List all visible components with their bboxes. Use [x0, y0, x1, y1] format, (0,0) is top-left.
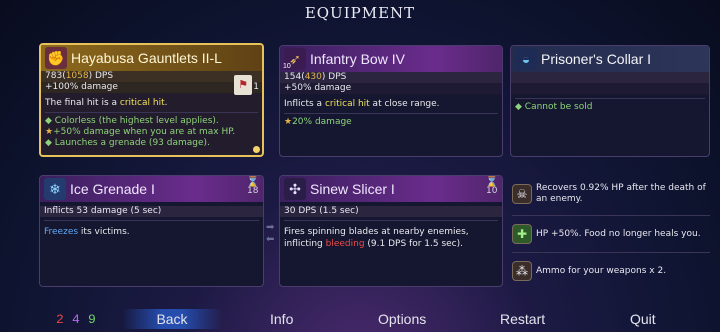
info-button[interactable]: Info: [270, 311, 293, 327]
cannot-sell-note: ◆ Cannot be sold: [515, 102, 593, 112]
perk-row-2[interactable]: ⁂ Ammo for your weapons x 2.: [512, 257, 716, 285]
affix-damage: ★20% damage: [284, 117, 352, 127]
item-name: Sinew Slicer I: [310, 181, 395, 197]
corner-gem-icon: [253, 146, 260, 153]
damage-row: +100% damage: [41, 82, 262, 93]
page-title: EQUIPMENT: [304, 4, 416, 22]
cooldown-timer: ⌛ 18: [246, 177, 259, 196]
affix-grenade: ◆ Launches a grenade (93 damage).: [45, 138, 210, 148]
scroll-count-green: 9: [88, 312, 96, 327]
dps-row: 154(430) DPS: [280, 72, 502, 83]
equipment-card-bow[interactable]: ➶ 10 Infantry Bow IV 154(430) DPS +50% d…: [279, 45, 503, 157]
badge-count: 1: [253, 82, 259, 92]
item-name: Infantry Bow IV: [310, 51, 405, 67]
item-description: Freezes its victims.: [44, 227, 130, 237]
scroll-badge-icon: ⚑: [234, 75, 252, 95]
collar-icon: ◒: [515, 48, 537, 70]
item-description: The final hit is a critical hit.: [45, 98, 168, 108]
gauntlets-icon: ✊: [45, 47, 67, 69]
card-header: ✣ Sinew Slicer I: [280, 176, 502, 202]
equipment-card-slicer[interactable]: ✣ Sinew Slicer I ⌛ 10 30 DPS (1.5 sec) Fi…: [279, 175, 503, 287]
perk-row-1[interactable]: ✚ HP +50%. Food no longer heals you.: [512, 220, 716, 248]
restart-button[interactable]: Restart: [500, 311, 545, 327]
scroll-count-purple: 4: [72, 312, 80, 327]
card-header: ◒ Prisoner's Collar I: [511, 46, 709, 72]
cooldown-timer: ⌛ 10: [485, 177, 498, 196]
swap-right-arrow-icon[interactable]: ➡: [266, 222, 274, 233]
damage-row: +50% damage: [280, 83, 502, 94]
item-name: Ice Grenade I: [70, 181, 155, 197]
bottom-menu: 2 4 9 Back Info Options Restart Quit: [0, 306, 720, 332]
back-button[interactable]: Back: [122, 309, 222, 329]
star-icon: ★: [45, 127, 54, 137]
ice-grenade-icon: ❄: [44, 178, 66, 200]
quit-button[interactable]: Quit: [630, 311, 656, 327]
item-description: Fires spinning blades at nearby enemies,…: [284, 227, 469, 249]
equipment-card-collar[interactable]: ◒ Prisoner's Collar I ◆ Cannot be sold: [510, 45, 710, 157]
affix-colorless: ◆ Colorless (the highest level applies).: [45, 116, 219, 126]
heart-plus-icon: ✚: [512, 224, 532, 244]
stat-row: Inflicts 53 damage (5 sec): [40, 206, 263, 217]
item-description: Inflicts a critical hit at close range.: [284, 99, 440, 109]
perk-row-0[interactable]: ☠ Recovers 0.92% HP after the death of a…: [512, 180, 716, 208]
affix-max-hp: ★+50% damage when you are at max HP.: [45, 127, 236, 137]
equipment-card-grenade[interactable]: ❄ Ice Grenade I ⌛ 18 Inflicts 53 damage (…: [39, 175, 264, 287]
swap-left-arrow-icon[interactable]: ⬅: [266, 234, 274, 245]
dps-row: 783(1058) DPS: [41, 71, 262, 82]
skull-icon: ☠: [512, 184, 532, 204]
item-name: Prisoner's Collar I: [541, 51, 652, 67]
card-header: ➶ 10 Infantry Bow IV: [280, 46, 502, 72]
level-badge: 10: [283, 63, 291, 70]
card-header: ✊ Hayabusa Gauntlets II-L: [41, 45, 262, 71]
item-name: Hayabusa Gauntlets II-L: [71, 50, 222, 66]
equipment-card-gauntlets[interactable]: ✊ Hayabusa Gauntlets II-L 783(1058) DPS …: [39, 43, 264, 157]
stat-row: 30 DPS (1.5 sec): [280, 206, 502, 217]
star-icon: ★: [284, 117, 293, 127]
options-button[interactable]: Options: [378, 311, 426, 327]
slicer-icon: ✣: [284, 178, 306, 200]
card-header: ❄ Ice Grenade I: [40, 176, 263, 202]
ammo-icon: ⁂: [512, 261, 532, 281]
scroll-count-red: 2: [56, 312, 64, 327]
